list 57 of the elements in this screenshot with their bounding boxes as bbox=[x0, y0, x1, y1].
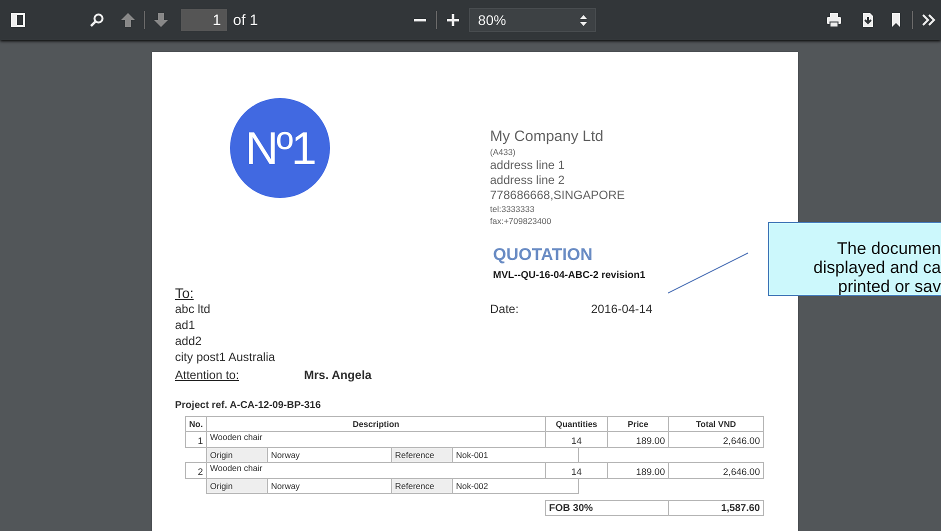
company-address: address line 2 bbox=[490, 173, 566, 188]
document-title: QUOTATION bbox=[493, 247, 594, 262]
quotation-date: 2016-04-14 bbox=[591, 301, 652, 318]
page-count: of 1 bbox=[233, 12, 258, 28]
column-header: Description bbox=[206, 416, 546, 432]
total-value: 1,587.60 bbox=[668, 500, 764, 516]
table-cell: Origin bbox=[206, 448, 268, 462]
table-cell: 14 bbox=[546, 462, 608, 478]
sidebar-icon[interactable] bbox=[10, 12, 26, 28]
table-cell: Norway bbox=[268, 478, 392, 494]
table-cell: Norway bbox=[268, 448, 392, 462]
company-fax: fax:+709823400 bbox=[490, 215, 552, 227]
down-arrow-icon[interactable] bbox=[153, 12, 169, 28]
company-address: 778686668,SINGAPORE bbox=[490, 188, 626, 203]
page-number-field[interactable]: 1 bbox=[181, 9, 227, 31]
company-logo: Nº1 bbox=[230, 98, 330, 198]
callout-text: The documen bbox=[836, 239, 941, 258]
table-cell: Nok-001 bbox=[452, 448, 578, 462]
table-cell: Reference bbox=[392, 478, 452, 494]
date-label: Date: bbox=[490, 301, 520, 318]
more-icon[interactable] bbox=[921, 12, 937, 28]
search-icon[interactable] bbox=[89, 12, 105, 28]
table-cell: 2 bbox=[186, 462, 206, 478]
column-header: Price bbox=[608, 416, 668, 432]
project-reference: Project ref. A-CA-12-09-BP-316 bbox=[174, 400, 322, 411]
attention-name: Mrs. Angela bbox=[304, 367, 372, 383]
up-arrow-icon[interactable] bbox=[120, 12, 136, 28]
total-label: FOB 30% bbox=[546, 500, 668, 516]
recipient-address: city post1 Australia bbox=[175, 349, 276, 365]
download-icon[interactable] bbox=[860, 12, 876, 28]
zoom-select[interactable]: 80% bbox=[469, 8, 596, 32]
recipient-address: abc ltd bbox=[175, 301, 212, 317]
company-name: My Company Ltd bbox=[490, 128, 604, 146]
up-down-arrows-icon bbox=[580, 14, 588, 26]
company-phone: tel:3333333 bbox=[490, 203, 536, 215]
quotation-reference: MVL--QU-16-04-ABC-2 revision1 bbox=[493, 269, 646, 283]
table-cell: Nok-002 bbox=[452, 478, 578, 494]
zoom-in-icon[interactable] bbox=[445, 12, 462, 28]
table-cell: 14 bbox=[546, 432, 608, 448]
table-cell: 189.00 bbox=[608, 432, 668, 448]
table-cell: 2,646.00 bbox=[668, 462, 764, 478]
print-icon[interactable] bbox=[826, 12, 842, 28]
table-cell: 189.00 bbox=[608, 462, 668, 478]
attention-label: Attention to: bbox=[175, 367, 240, 383]
column-header: No. bbox=[186, 416, 206, 432]
table-cell: Origin bbox=[206, 478, 268, 494]
table-cell: Reference bbox=[392, 448, 452, 462]
recipient-heading: To: bbox=[175, 285, 195, 301]
table-cell: 2,646.00 bbox=[668, 432, 764, 448]
table-cell: 1 bbox=[186, 432, 206, 448]
recipient-address: ad1 bbox=[175, 317, 196, 333]
callout-text: displayed and ca bbox=[812, 258, 941, 277]
column-header: Total VND bbox=[668, 416, 764, 432]
recipient-address: add2 bbox=[175, 333, 203, 349]
company-address: address line 1 bbox=[490, 158, 566, 173]
column-header: Quantities bbox=[546, 416, 608, 432]
company-code: (A433) bbox=[490, 146, 517, 158]
